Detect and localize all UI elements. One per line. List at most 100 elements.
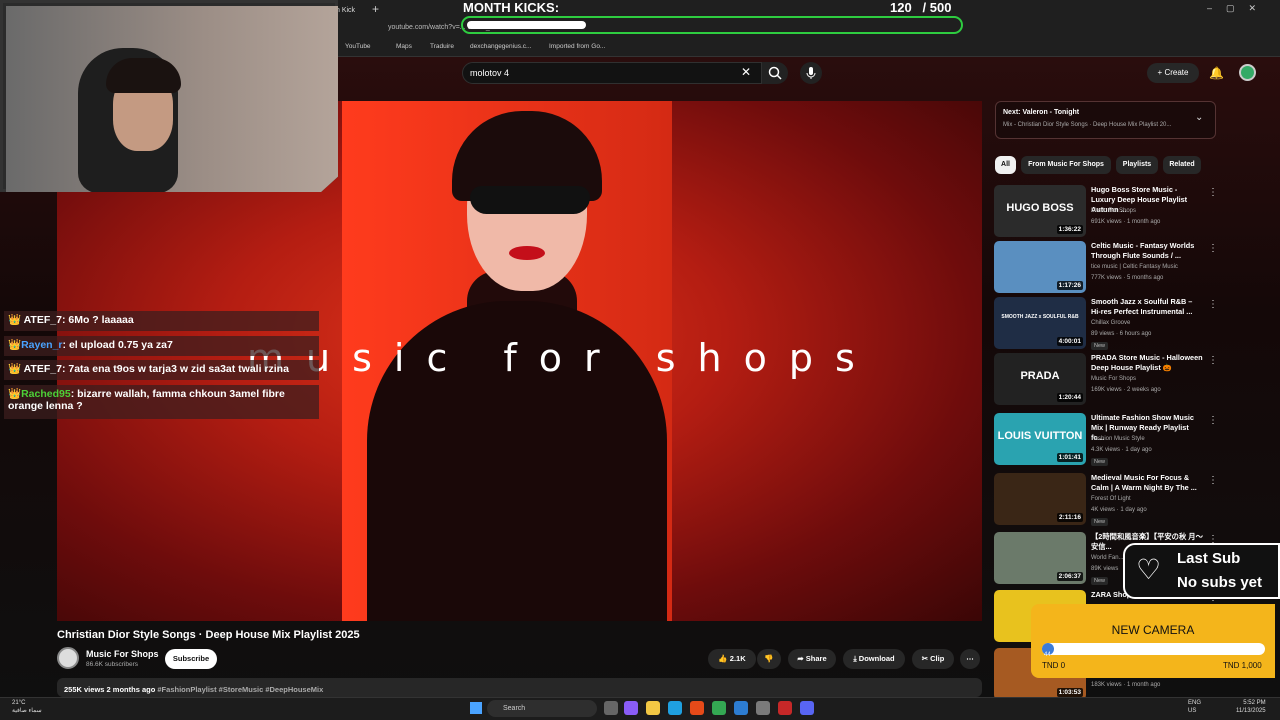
bookmark-maps[interactable]: Maps [396, 43, 412, 50]
more-actions-button[interactable]: ⋯ [960, 649, 980, 669]
recommendation-item[interactable]: HUGO BOSS 1:36:22 Hugo Boss Store Music - … [994, 185, 1254, 237]
system-clock[interactable]: 5:52 PM 11/13/2025 [1236, 699, 1266, 715]
more-vertical-icon[interactable]: ⋮ [1208, 415, 1218, 426]
edge-icon[interactable] [668, 701, 682, 715]
dislike-button[interactable]: 👎 [757, 649, 781, 669]
video-overlay-text: music for shops [247, 336, 877, 380]
month-kicks-progress-fill [467, 21, 586, 29]
discord-icon[interactable] [800, 701, 814, 715]
thumbs-up-icon: 👍 [718, 654, 728, 663]
bookmark-dexchange[interactable]: dexchangegenius.c... [470, 43, 531, 50]
next-up-panel[interactable] [995, 101, 1216, 139]
channel-name[interactable]: Music For Shops [86, 649, 159, 659]
recommendation-channel: Fashion Music Style [1091, 436, 1145, 442]
app-icon[interactable] [778, 701, 792, 715]
chat-username: Rayen_r [21, 339, 63, 351]
recommendation-title[interactable]: PRADA Store Music - Halloween Deep House… [1091, 353, 1203, 373]
taskbar-search[interactable]: Search [487, 700, 597, 717]
app-icon[interactable] [734, 701, 748, 715]
download-label: Download [858, 654, 895, 663]
recommendation-item[interactable]: PRADA 1:20:44 PRADA Store Music - Hallowee… [994, 353, 1254, 405]
windows-start-icon[interactable] [470, 702, 482, 714]
video-title: Christian Dior Style Songs · Deep House … [57, 629, 360, 641]
month-kicks-count: 120 / 500 [890, 0, 951, 15]
recommendation-thumbnail[interactable]: PRADA 1:20:44 [994, 353, 1086, 405]
video-tags[interactable]: #FashionPlaylist #StoreMusic #DeepHouseM… [157, 685, 323, 694]
share-label: Share [805, 654, 827, 663]
more-vertical-icon[interactable]: ⋮ [1208, 475, 1218, 486]
chip-from-music-for-shops[interactable]: From Music For Shops [1021, 156, 1111, 174]
search-input-value[interactable]: molotov 4 [470, 68, 509, 78]
bookmark-imported[interactable]: Imported from Go... [549, 43, 605, 50]
subscribe-button[interactable]: Subscribe [165, 649, 217, 669]
microphone-icon [806, 67, 816, 79]
goal-fill-label: 44 [1044, 652, 1051, 658]
recommendation-title[interactable]: Smooth Jazz x Soulful R&B – Hi-res Perfe… [1091, 297, 1203, 317]
bookmark-youtube[interactable]: YouTube [345, 43, 371, 50]
recommendation-title[interactable]: Celtic Music - Fantasy Worlds Through Fl… [1091, 241, 1203, 261]
recommendation-item[interactable]: 2:11:16 Medieval Music For Focus & Calm |… [994, 473, 1254, 526]
share-button[interactable]: ➦ Share [788, 649, 836, 669]
weather-desc: سماء صافية [12, 708, 42, 714]
clip-label: Clip [930, 654, 945, 663]
create-button[interactable]: + Create [1147, 63, 1199, 83]
search-button[interactable] [762, 62, 788, 84]
thumbnail-lips [509, 246, 545, 260]
chip-related[interactable]: Related [1163, 156, 1201, 174]
more-vertical-icon[interactable]: ⋮ [1208, 299, 1218, 310]
recommendation-thumbnail[interactable]: 2:06:37 [994, 532, 1086, 584]
recommendation-thumbnail[interactable]: 2:11:16 [994, 473, 1086, 525]
task-view-icon[interactable] [604, 701, 618, 715]
window-controls[interactable]: –▢✕ [1207, 3, 1270, 14]
new-tab-button[interactable]: + [372, 2, 379, 16]
download-button[interactable]: ⤓ Download [843, 649, 905, 669]
chip-playlists[interactable]: Playlists [1116, 156, 1158, 174]
clip-button[interactable]: ✂ Clip [912, 649, 954, 669]
duration-badge: 1:36:22 [1056, 225, 1083, 234]
clock-time: 5:52 PM [1243, 700, 1266, 706]
clock-date: 11/13/2025 [1236, 708, 1266, 714]
copilot-icon[interactable] [624, 701, 638, 715]
input-language[interactable]: ENG US [1188, 699, 1201, 715]
chip-all[interactable]: All [995, 156, 1016, 174]
weather-widget[interactable]: 21°C سماء صافية [12, 699, 42, 715]
recommendation-thumbnail[interactable]: SMOOTH JAZZ x SOULFUL R&B 4:00:01 [994, 297, 1086, 349]
duration-badge: 1:17:26 [1056, 281, 1083, 290]
recommendation-thumbnail[interactable]: 1:17:26 [994, 241, 1086, 293]
brave-icon[interactable] [690, 701, 704, 715]
recommendation-thumbnail[interactable]: LOUIS VUITTON 1:01:41 [994, 413, 1086, 465]
duration-badge: 1:03:53 [1056, 688, 1083, 697]
recommendation-item[interactable]: 1:17:26 Celtic Music - Fantasy Worlds Thr… [994, 241, 1254, 293]
recommendation-thumbnail[interactable]: HUGO BOSS 1:36:22 [994, 185, 1086, 237]
recommendation-meta: 777K views · 5 months ago [1091, 275, 1164, 281]
bookmark-traduire[interactable]: Traduire [430, 43, 454, 50]
recommendation-item[interactable]: LOUIS VUITTON 1:01:41 Ultimate Fashion Sho… [994, 413, 1254, 466]
scissors-icon: ✂ [921, 654, 929, 663]
taskbar-search-label: Search [503, 705, 526, 712]
month-kicks-title: MONTH KICKS: [463, 0, 560, 15]
file-explorer-icon[interactable] [646, 701, 660, 715]
more-vertical-icon[interactable]: ⋮ [1208, 243, 1218, 254]
more-vertical-icon[interactable]: ⋮ [1208, 355, 1218, 366]
recommendation-meta: 89 views · 6 hours ago [1091, 331, 1152, 337]
more-vertical-icon[interactable]: ⋮ [1208, 187, 1218, 198]
channel-avatar[interactable] [57, 647, 79, 669]
recommendation-channel: Forest Of Light [1091, 496, 1131, 502]
recommendation-meta: 4.3K views · 1 day ago [1091, 447, 1152, 453]
chevron-down-icon[interactable]: ⌄ [1195, 112, 1203, 123]
new-badge: New [1091, 577, 1109, 585]
like-button[interactable]: 👍 2.1K [708, 649, 756, 669]
account-avatar[interactable] [1239, 64, 1256, 81]
notifications-bell-icon[interactable]: 🔔 [1209, 66, 1224, 80]
voice-search-button[interactable] [800, 62, 822, 84]
more-horizontal-icon: ⋯ [966, 654, 974, 663]
recommendation-title[interactable]: Medieval Music For Focus & Calm | A Warm… [1091, 473, 1203, 493]
clear-search-icon[interactable]: ✕ [741, 65, 751, 79]
recommendation-item[interactable]: SMOOTH JAZZ x SOULFUL R&B 4:00:01 Smooth J… [994, 297, 1254, 350]
browser-tab[interactable]: n Kick [336, 2, 366, 20]
chrome-icon[interactable] [712, 701, 726, 715]
search-icon [768, 66, 782, 80]
app-icon[interactable] [756, 701, 770, 715]
chat-text: : 7ata ena t9os w tarja3 w zid sa3at twa… [61, 363, 289, 375]
chat-username: Rached95 [21, 388, 71, 400]
